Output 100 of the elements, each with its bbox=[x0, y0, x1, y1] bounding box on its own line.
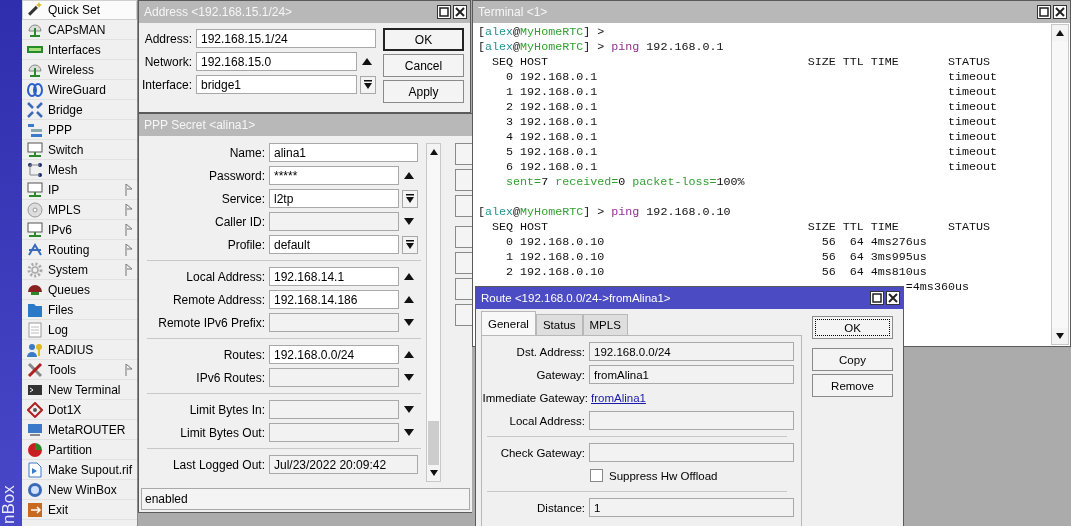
monitor-icon bbox=[27, 141, 43, 158]
side-button[interactable] bbox=[455, 252, 472, 274]
dialog-button[interactable]: Copy bbox=[812, 348, 893, 371]
menu-item[interactable]: Mesh bbox=[22, 160, 137, 180]
side-button[interactable] bbox=[455, 226, 472, 248]
input-field[interactable] bbox=[269, 368, 399, 387]
terminal-line: 6 192.168.0.1 timeout bbox=[505, 160, 997, 175]
dialog-button[interactable]: Cancel bbox=[383, 54, 464, 77]
input-field[interactable] bbox=[589, 443, 794, 462]
scrollbar[interactable] bbox=[426, 143, 441, 482]
menu-item[interactable]: Bridge bbox=[22, 100, 137, 120]
input-field[interactable]: 192.168.14.1 bbox=[269, 267, 399, 286]
maximize-button[interactable] bbox=[1037, 5, 1051, 19]
terminal-line: 1 192.168.0.1 timeout bbox=[505, 85, 997, 100]
menu-item[interactable]: Switch bbox=[22, 140, 137, 160]
menu-item[interactable]: WireGuard bbox=[22, 80, 137, 100]
up-triangle-icon bbox=[403, 296, 414, 303]
close-button[interactable] bbox=[453, 5, 467, 19]
stack-icon bbox=[27, 121, 43, 138]
input-field[interactable]: fromAlina1 bbox=[589, 365, 794, 384]
menu-item[interactable]: Make Supout.rif bbox=[22, 460, 137, 480]
terminal-line: 1 192.168.0.10 56 64 3ms995us bbox=[505, 250, 927, 265]
input-field[interactable]: 1 bbox=[589, 498, 794, 517]
door-icon bbox=[27, 501, 43, 518]
down-triangle-icon bbox=[403, 374, 414, 381]
scroll-up-icon bbox=[429, 149, 438, 155]
dropdown-button[interactable] bbox=[359, 75, 376, 94]
close-button[interactable] bbox=[1053, 5, 1067, 19]
input-field[interactable]: ***** bbox=[269, 166, 399, 185]
brand-text: nBox bbox=[0, 485, 19, 524]
menu-item[interactable]: Dot1X bbox=[22, 400, 137, 420]
monitor-icon bbox=[27, 181, 43, 198]
menu-item[interactable]: IP bbox=[22, 180, 137, 200]
input-field[interactable]: 192.168.14.186 bbox=[269, 290, 399, 309]
menu-item[interactable]: Exit bbox=[22, 500, 137, 520]
menu-item[interactable]: New WinBox bbox=[22, 480, 137, 500]
dropdown-button[interactable] bbox=[401, 189, 418, 208]
side-button[interactable] bbox=[455, 195, 472, 217]
field-label: Local Address: bbox=[508, 414, 586, 427]
input-field[interactable] bbox=[269, 212, 399, 231]
gateway-link[interactable]: fromAlina1 bbox=[591, 391, 646, 404]
monitor-icon bbox=[27, 221, 43, 238]
pie-icon bbox=[27, 441, 43, 458]
menu-item[interactable]: Tools bbox=[22, 360, 137, 380]
tab[interactable]: MPLS bbox=[582, 314, 628, 335]
input-field[interactable]: l2tp bbox=[269, 189, 399, 208]
dialog-button[interactable]: Remove bbox=[812, 374, 893, 397]
user-key-icon bbox=[27, 341, 43, 358]
dialog-button[interactable]: OK bbox=[383, 28, 464, 51]
status-text: enabled bbox=[145, 492, 188, 506]
dropdown-button[interactable] bbox=[401, 235, 418, 254]
field-label: Distance: bbox=[536, 501, 586, 514]
menu-item[interactable]: Quick Set bbox=[22, 0, 137, 20]
scrollbar-thumb[interactable] bbox=[428, 421, 439, 465]
maximize-button[interactable] bbox=[437, 5, 451, 19]
field-label: Interface: bbox=[140, 77, 193, 92]
input-field[interactable]: 192.168.15.1/24 bbox=[196, 29, 376, 48]
input-field[interactable]: default bbox=[269, 235, 399, 254]
tab[interactable]: General bbox=[481, 311, 536, 335]
input-field[interactable] bbox=[589, 411, 794, 430]
document-icon bbox=[27, 321, 43, 338]
field-label: Service: bbox=[220, 191, 266, 206]
input-field[interactable]: Jul/23/2022 20:09:42 bbox=[269, 455, 418, 474]
terminal-line: SEQ HOST SIZE TTL TIME STATUS bbox=[491, 220, 990, 235]
dialog-button[interactable]: Apply bbox=[383, 80, 464, 103]
input-field[interactable]: 192.168.0.0/24 bbox=[269, 345, 399, 364]
scrollbar[interactable] bbox=[1051, 24, 1069, 345]
side-button[interactable] bbox=[455, 169, 472, 191]
scroll-down-icon bbox=[429, 470, 438, 476]
field-label: Limit Bytes In: bbox=[188, 402, 266, 417]
field-label: Last Logged Out: bbox=[171, 457, 266, 472]
menu-item[interactable]: IPv6 bbox=[22, 220, 137, 240]
checkbox-label: Suppress Hw Offload bbox=[609, 469, 718, 482]
side-button[interactable] bbox=[455, 278, 472, 300]
menu-item[interactable]: System bbox=[22, 260, 137, 280]
menu-item[interactable]: Routing bbox=[22, 240, 137, 260]
input-field[interactable]: 192.168.0.0/24 bbox=[589, 342, 794, 361]
maximize-button[interactable] bbox=[870, 291, 884, 305]
globe-icon bbox=[27, 481, 43, 498]
scroll-up-icon bbox=[1056, 30, 1064, 36]
checkbox[interactable] bbox=[590, 469, 603, 482]
input-field[interactable] bbox=[269, 400, 399, 419]
menu-item[interactable]: Partition bbox=[22, 440, 137, 460]
menu-item[interactable]: MPLS bbox=[22, 200, 137, 220]
down-triangle-icon bbox=[403, 218, 414, 225]
dialog-button[interactable]: OK bbox=[812, 316, 893, 339]
side-button[interactable] bbox=[455, 304, 472, 326]
link-icon bbox=[27, 81, 43, 98]
dropdown-arrow-icon bbox=[363, 80, 372, 89]
input-field[interactable] bbox=[269, 423, 399, 442]
input-field[interactable]: bridge1 bbox=[196, 75, 357, 94]
tab[interactable]: Status bbox=[535, 314, 583, 335]
menu-item[interactable]: Log bbox=[22, 320, 137, 340]
disc-icon bbox=[27, 201, 43, 218]
side-button[interactable] bbox=[455, 143, 472, 165]
input-field[interactable] bbox=[269, 313, 399, 332]
close-button[interactable] bbox=[886, 291, 900, 305]
input-field[interactable]: 192.168.15.0 bbox=[196, 52, 357, 71]
scroll-down-icon bbox=[1056, 333, 1064, 339]
input-field[interactable]: alina1 bbox=[269, 143, 418, 162]
